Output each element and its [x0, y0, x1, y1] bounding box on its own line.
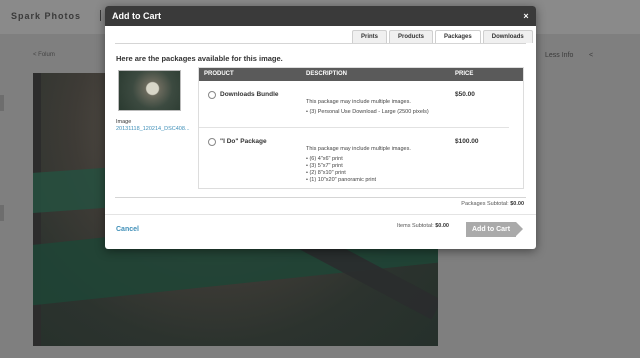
packages-subtotal-label: Packages Subtotal:	[461, 201, 509, 207]
package-radio-i-do-package[interactable]	[208, 138, 216, 146]
modal-titlebar: Add to Cart ×	[105, 6, 536, 26]
package-name: "I Do" Package	[220, 138, 267, 145]
package-item: (3) 5"x7" print	[306, 163, 376, 170]
package-name: Downloads Bundle	[220, 91, 279, 98]
package-description: This package may include multiple images…	[306, 146, 411, 152]
close-icon[interactable]: ×	[520, 10, 532, 22]
tab-prints[interactable]: Prints	[352, 30, 388, 43]
side-edge-marker	[0, 205, 4, 221]
add-to-cart-button[interactable]: Add to Cart	[466, 222, 523, 237]
items-subtotal-label: Items Subtotal:	[397, 223, 434, 229]
packages-subtotal: Packages Subtotal: $0.00	[461, 201, 524, 207]
packages-table: PRODUCT DESCRIPTION PRICE Downloads Bund…	[198, 67, 524, 189]
package-items: (3) Personal Use Download - Large (2500 …	[306, 109, 428, 116]
package-price: $100.00	[455, 138, 479, 145]
tab-divider	[115, 43, 526, 44]
items-subtotal: Items Subtotal: $0.00	[397, 223, 449, 229]
subtotal-divider	[115, 197, 526, 198]
footer-divider	[105, 214, 536, 215]
table-header: PRODUCT DESCRIPTION PRICE	[199, 68, 523, 81]
product-tabs: Prints Products Packages Downloads	[352, 30, 533, 43]
modal-title: Add to Cart	[112, 11, 161, 21]
package-items: (6) 4"x6" print (3) 5"x7" print (2) 8"x1…	[306, 156, 376, 184]
table-row: "I Do" Package This package may include …	[199, 129, 509, 189]
column-header-product: PRODUCT	[204, 71, 234, 77]
tab-packages[interactable]: Packages	[435, 30, 481, 43]
packages-intro: Here are the packages available for this…	[116, 54, 283, 63]
package-item: (6) 4"x6" print	[306, 156, 376, 163]
package-item: (1) 10"x20" panoramic print	[306, 177, 376, 184]
tab-downloads[interactable]: Downloads	[482, 30, 533, 43]
package-item: (2) 8"x10" print	[306, 170, 376, 177]
cancel-button[interactable]: Cancel	[116, 226, 139, 233]
image-thumbnail	[118, 70, 181, 111]
image-filename-link[interactable]: 20131118_120214_DSC408...	[116, 126, 190, 132]
package-description: This package may include multiple images…	[306, 99, 411, 105]
package-item: (3) Personal Use Download - Large (2500 …	[306, 109, 428, 116]
tab-products[interactable]: Products	[389, 30, 434, 43]
column-header-price: PRICE	[455, 71, 474, 77]
side-edge-marker	[0, 95, 4, 111]
back-link[interactable]: < Folum	[33, 52, 55, 58]
column-header-description: DESCRIPTION	[306, 71, 348, 77]
image-label: Image	[116, 119, 132, 125]
less-info-link[interactable]: Less Info	[545, 52, 573, 59]
site-brand[interactable]: Spark Photos	[11, 11, 81, 21]
nav-divider	[100, 10, 101, 21]
items-subtotal-value: $0.00	[435, 223, 449, 229]
add-to-cart-modal: Add to Cart × Prints Products Packages D…	[105, 6, 536, 249]
share-icon[interactable]: <	[589, 52, 593, 59]
package-price: $50.00	[455, 91, 475, 98]
table-row: Downloads Bundle This package may includ…	[199, 82, 509, 128]
package-radio-downloads-bundle[interactable]	[208, 91, 216, 99]
packages-subtotal-value: $0.00	[510, 201, 524, 207]
